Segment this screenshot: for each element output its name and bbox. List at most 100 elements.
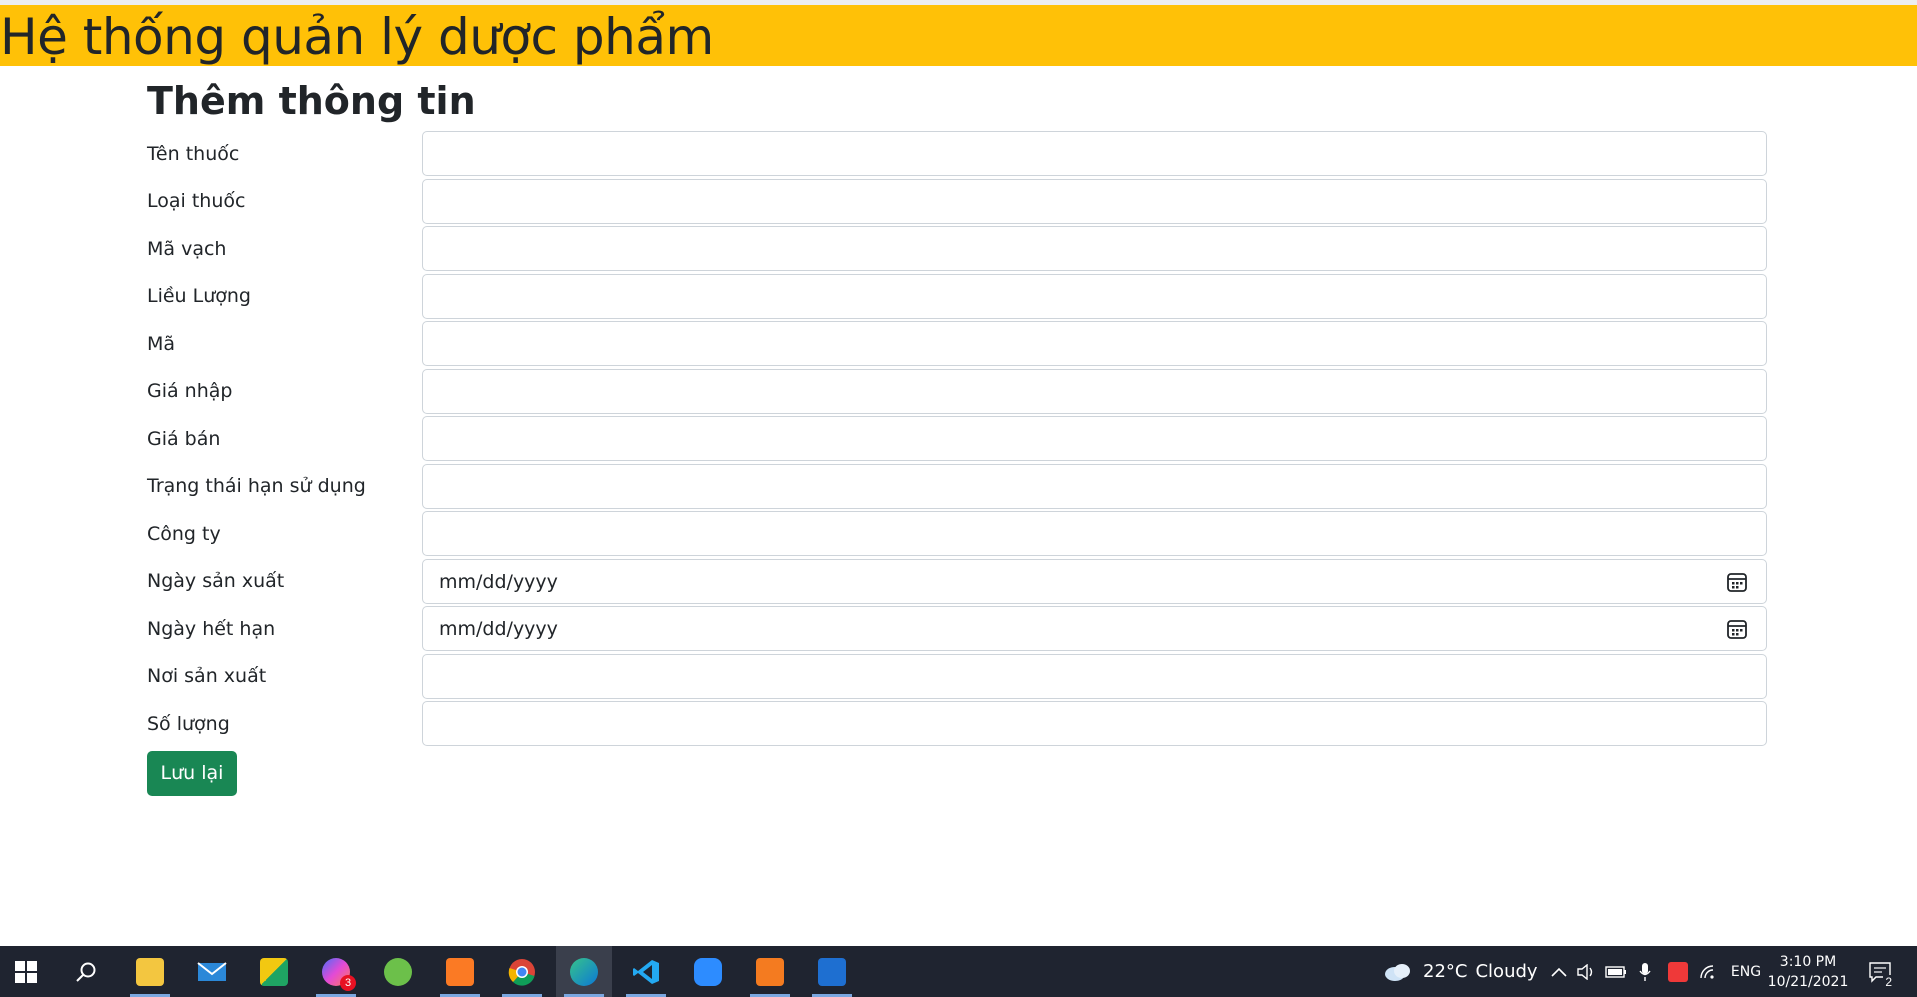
taskbar-mail[interactable] — [184, 946, 240, 997]
input-language[interactable]: ENG — [1726, 946, 1766, 997]
zoom-icon — [694, 957, 722, 986]
start-button[interactable] — [0, 946, 52, 997]
clock[interactable]: 3:10 PM 10/21/2021 — [1768, 946, 1849, 997]
field-label: Mã vạch — [147, 237, 227, 260]
microphone-icon — [1639, 962, 1651, 981]
action-center-button[interactable]: 2 — [1860, 946, 1900, 997]
orange-app-icon — [756, 957, 784, 986]
calendar-icon[interactable] — [1726, 571, 1748, 593]
form-row-cong-ty: Công ty — [147, 510, 1767, 558]
snip-sketch-icon — [260, 957, 288, 986]
cloud-icon — [1385, 963, 1410, 981]
taskbar-xampp[interactable] — [432, 946, 488, 997]
field-label: Số lượng — [147, 712, 230, 735]
weather-condition: Cloudy — [1475, 961, 1538, 982]
form-row-loai-thuoc: Loại thuốc — [147, 178, 1767, 226]
form-row-ten-thuoc: Tên thuốc — [147, 130, 1767, 178]
taskbar-file-explorer[interactable] — [122, 946, 178, 997]
form-row-gia-ban: Giá bán — [147, 415, 1767, 463]
battery-button[interactable] — [1603, 946, 1629, 997]
field-label: Nơi sản xuất — [147, 665, 267, 688]
field-label: Ngày hết hạn — [147, 617, 276, 640]
cong-ty-input[interactable] — [423, 512, 1766, 556]
date-placeholder: mm/dd/yyyy — [439, 618, 558, 641]
lieu-luong-input[interactable] — [423, 274, 1766, 318]
chrome-icon — [508, 958, 535, 986]
field-label: Ngày sản xuất — [147, 570, 285, 593]
green-app-icon — [384, 957, 412, 986]
gia-nhap-field[interactable] — [422, 368, 1767, 414]
calendar-icon[interactable] — [1726, 618, 1748, 640]
taskbar-messenger[interactable]: 3 — [308, 946, 364, 997]
form-row-so-luong: Số lượng — [147, 700, 1767, 748]
ma-vach-input[interactable] — [423, 227, 1766, 271]
form-title: Thêm thông tin — [147, 79, 476, 123]
taskbar-edge[interactable] — [556, 946, 612, 997]
noi-san-xuat-input[interactable] — [423, 654, 1766, 698]
field-label: Tên thuốc — [147, 142, 240, 165]
save-button[interactable]: Lưu lại — [147, 750, 237, 796]
ngay-san-xuat-field[interactable]: mm/dd/yyyy — [422, 558, 1767, 604]
gia-nhap-input[interactable] — [423, 369, 1766, 413]
field-label: Trạng thái hạn sử dụng — [147, 475, 366, 498]
speaker-icon — [1577, 963, 1593, 980]
weather-widget[interactable]: 22°C Cloudy — [1383, 946, 1543, 997]
form-row-gia-nhap: Giá nhập — [147, 368, 1767, 416]
taskbar-vscode[interactable] — [618, 946, 674, 997]
form-row-ngay-san-xuat: Ngày sản xuất mm/dd/yyyy — [147, 558, 1767, 606]
vivaldi-tray[interactable] — [1665, 946, 1691, 997]
gia-ban-input[interactable] — [423, 417, 1766, 461]
form-row-lieu-luong: Liều Lượng — [147, 273, 1767, 321]
taskbar-zoom[interactable] — [680, 946, 736, 997]
ma-vach-field[interactable] — [422, 226, 1767, 272]
form-row-ma-vach: Mã vạch — [147, 225, 1767, 273]
loai-thuoc-input[interactable] — [423, 179, 1766, 223]
so-luong-input[interactable] — [423, 702, 1766, 746]
trang-thai-input[interactable] — [423, 464, 1766, 508]
form-row-ma: Mã — [147, 320, 1767, 368]
clock-date: 10/21/2021 — [1767, 973, 1849, 990]
noi-san-xuat-field[interactable] — [422, 653, 1767, 699]
windows-start-icon — [15, 960, 37, 983]
loai-thuoc-field[interactable] — [422, 178, 1767, 224]
taskbar-green-app[interactable] — [370, 946, 426, 997]
taskbar-snip[interactable] — [246, 946, 302, 997]
media-player-icon — [818, 957, 846, 986]
microphone-button[interactable] — [1633, 946, 1657, 997]
taskbar-media-player[interactable] — [804, 946, 860, 997]
lieu-luong-field[interactable] — [422, 273, 1767, 319]
search-button[interactable] — [58, 946, 114, 997]
windows-taskbar: 3 22°C Cloudy ENG 3:10 PM 10/21/2021 2 — [0, 946, 1917, 997]
app-title: Hệ thống quản lý dược phẩm — [0, 8, 714, 66]
ma-input[interactable] — [423, 322, 1766, 366]
form-container: Thêm thông tin Tên thuốc Loại thuốc Mã v… — [147, 72, 1767, 796]
cong-ty-field[interactable] — [422, 511, 1767, 557]
field-label: Liều Lượng — [147, 285, 251, 308]
ten-thuoc-field[interactable] — [422, 131, 1767, 177]
network-button[interactable] — [1696, 946, 1722, 997]
chevron-up-icon — [1551, 967, 1567, 977]
ten-thuoc-input[interactable] — [423, 132, 1766, 176]
file-explorer-icon — [136, 957, 164, 986]
notification-badge: 3 — [340, 975, 356, 991]
notification-count: 2 — [1883, 975, 1894, 989]
field-label: Loại thuốc — [147, 190, 246, 213]
xampp-icon — [446, 957, 474, 986]
wifi-icon — [1700, 964, 1714, 979]
ngay-het-han-field[interactable]: mm/dd/yyyy — [422, 606, 1767, 652]
form-row-ngay-het-han: Ngày hết hạn mm/dd/yyyy — [147, 605, 1767, 653]
date-placeholder: mm/dd/yyyy — [439, 570, 558, 593]
taskbar-orange-app[interactable] — [742, 946, 798, 997]
taskbar-chrome[interactable] — [494, 946, 550, 997]
gia-ban-field[interactable] — [422, 416, 1767, 462]
trang-thai-field[interactable] — [422, 463, 1767, 509]
field-label: Giá nhập — [147, 380, 233, 403]
ma-field[interactable] — [422, 321, 1767, 367]
so-luong-field[interactable] — [422, 701, 1767, 747]
vscode-icon — [633, 959, 659, 984]
volume-button[interactable] — [1574, 946, 1600, 997]
mail-icon — [197, 961, 227, 981]
field-label: Giá bán — [147, 427, 221, 450]
show-hidden-icons[interactable] — [1548, 946, 1570, 997]
vivaldi-icon — [1668, 961, 1688, 982]
